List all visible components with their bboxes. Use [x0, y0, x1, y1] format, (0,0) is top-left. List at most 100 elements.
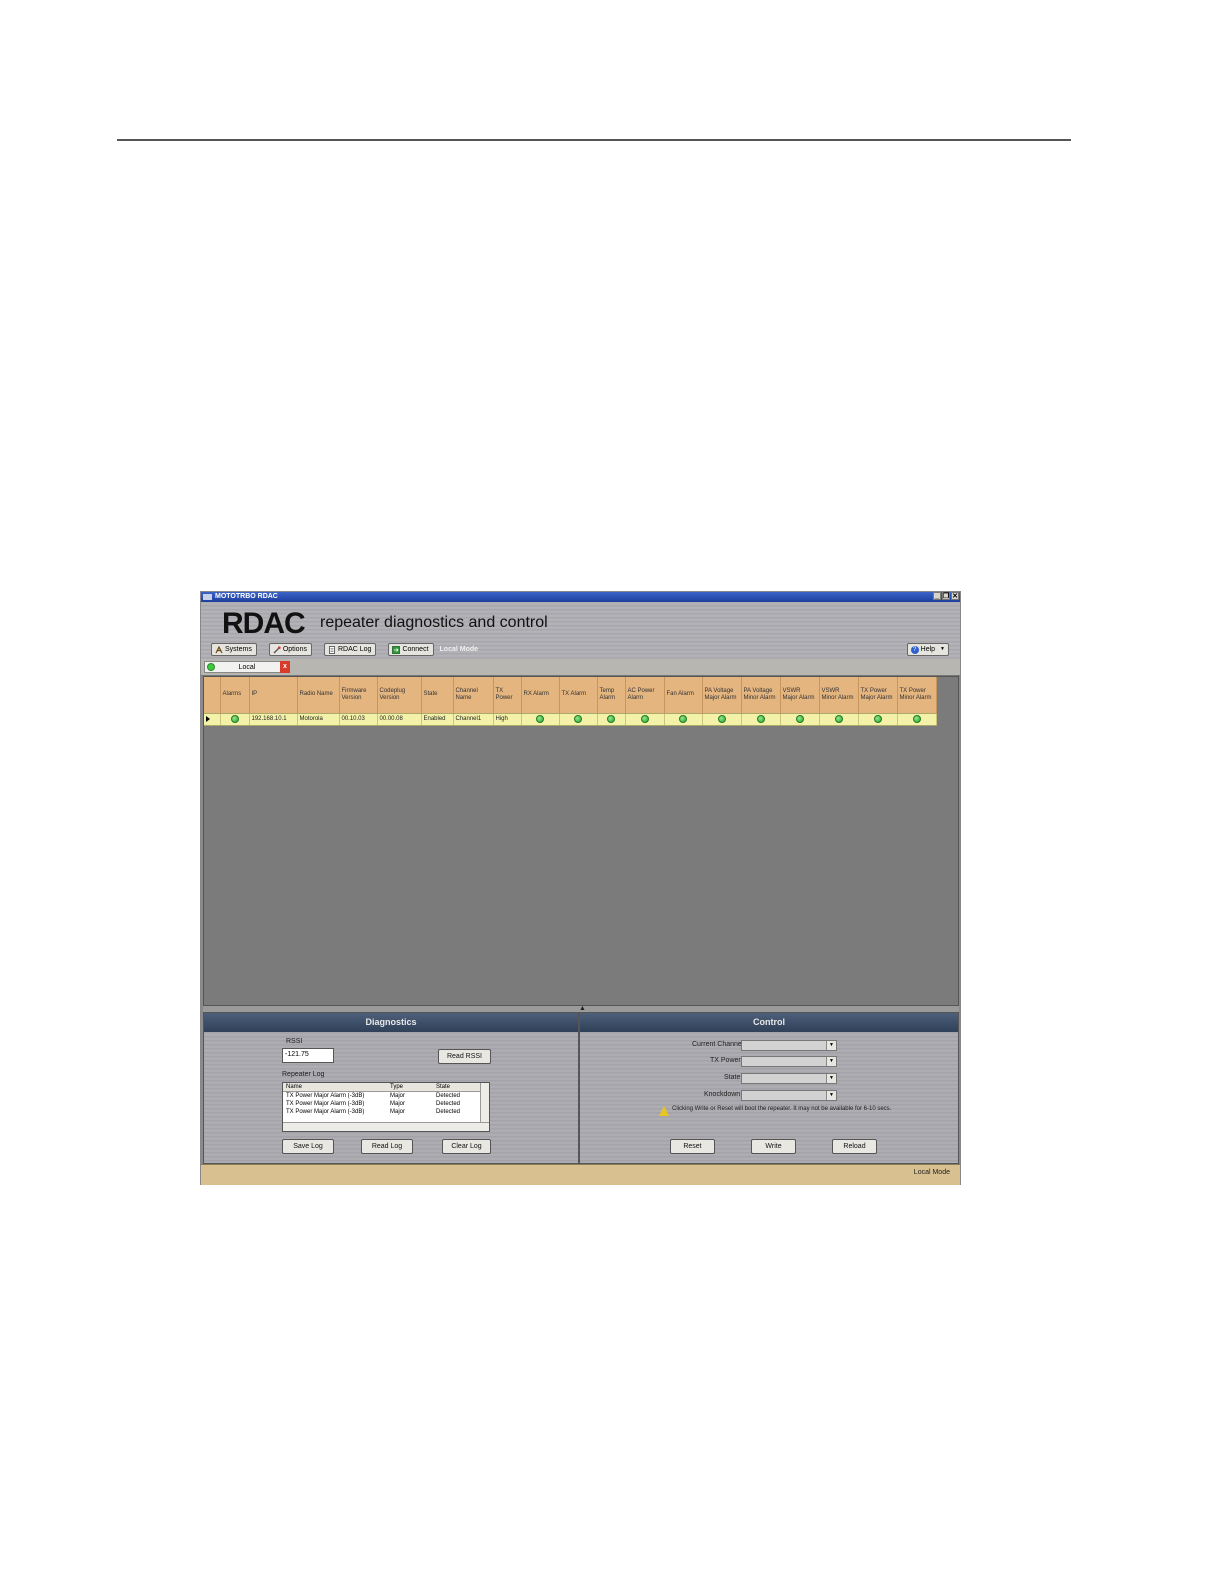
close-button[interactable]: ✕ [951, 592, 959, 600]
systems-button[interactable]: Systems [211, 643, 257, 656]
col-radio-name[interactable]: Radio Name [297, 677, 340, 713]
firmware-cell: 00.10.03 [339, 712, 378, 726]
status-dot-icon [717, 715, 726, 723]
col-ac-power-alarm[interactable]: AC Power Alarm [625, 677, 665, 713]
minimize-button[interactable]: _ [933, 592, 941, 600]
col-tx-alarm[interactable]: TX Alarm [559, 677, 598, 713]
chevron-down-icon: ▼ [826, 1057, 836, 1066]
diagnostics-panel: Diagnostics RSSI -121.75 Read RSSI Repea… [203, 1012, 579, 1164]
tab-local[interactable]: Local x [204, 661, 290, 673]
log-col-name[interactable]: Name [283, 1083, 390, 1091]
tx-power-select[interactable]: ▼ [741, 1056, 837, 1067]
knockdown-label: Knockdown [704, 1091, 741, 1098]
tab-strip: Local x [201, 659, 960, 676]
log-type: Major [390, 1109, 406, 1115]
read-log-button[interactable]: Read Log [361, 1139, 413, 1154]
log-vertical-scrollbar[interactable] [480, 1083, 489, 1123]
tab-local-label: Local [238, 664, 256, 671]
control-panel: Control Current Channel ▼ TX Power ▼ Sta… [579, 1012, 959, 1164]
options-button[interactable]: Options [268, 643, 312, 656]
col-rx-alarm[interactable]: RX Alarm [521, 677, 560, 713]
log-col-state[interactable]: State [436, 1083, 476, 1091]
fan-alarm-cell [664, 712, 703, 726]
save-log-button[interactable]: Save Log [282, 1139, 334, 1154]
ip-cell: 192.168.10.1 [249, 712, 298, 726]
collapse-caret-icon[interactable]: ▲ [579, 1005, 586, 1012]
col-pa-voltage-minor[interactable]: PA Voltage Minor Alarm [741, 677, 781, 713]
log-name: TX Power Major Alarm (-3dB) [286, 1093, 365, 1099]
rssi-field[interactable]: -121.75 [282, 1048, 334, 1063]
status-dot-icon [679, 715, 687, 723]
col-fan-alarm[interactable]: Fan Alarm [664, 677, 703, 713]
reset-button[interactable]: Reset [670, 1139, 715, 1154]
rdac-log-label: RDAC Log [337, 646, 372, 653]
read-rssi-button[interactable]: Read RSSI [438, 1049, 491, 1064]
tx-power-label: TX Power [710, 1057, 741, 1064]
status-dot-icon [834, 715, 843, 723]
maximize-button[interactable]: ❐ [942, 592, 950, 600]
write-button[interactable]: Write [751, 1139, 796, 1154]
log-header: Name Type State [283, 1083, 489, 1092]
table-row[interactable]: 192.168.10.1 Motorola 00.10.03 00.00.08 … [204, 712, 937, 726]
title-bar: MOTOTRBO RDAC _ ❐ ✕ [201, 592, 960, 602]
col-channel[interactable]: Channel Name [453, 677, 494, 713]
col-vswr-minor[interactable]: VSWR Minor Alarm [819, 677, 859, 713]
list-item[interactable]: TX Power Major Alarm (-3dB) Major Detect… [283, 1092, 489, 1100]
col-firmware[interactable]: Firmware Version [339, 677, 378, 713]
codeplug-cell: 00.00.08 [377, 712, 422, 726]
logo-tagline: repeater diagnostics and control [320, 614, 548, 631]
col-tx-power[interactable]: TX Power [493, 677, 522, 713]
col-temp-alarm[interactable]: Temp Alarm [597, 677, 626, 713]
list-item[interactable]: TX Power Major Alarm (-3dB) Major Detect… [283, 1100, 489, 1108]
vswr-major-cell [780, 712, 820, 726]
knockdown-select[interactable]: ▼ [741, 1090, 837, 1101]
vswr-minor-cell [819, 712, 859, 726]
status-dot-icon [574, 715, 582, 723]
chevron-down-icon: ▼ [826, 1091, 836, 1100]
log-type: Major [390, 1093, 406, 1099]
help-button[interactable]: ? Help ▼ [906, 643, 949, 656]
col-state[interactable]: State [421, 677, 454, 713]
close-tab-icon[interactable]: x [280, 661, 290, 673]
chevron-down-icon: ▼ [940, 646, 945, 652]
current-channel-select[interactable]: ▼ [741, 1040, 837, 1051]
list-item[interactable]: TX Power Major Alarm (-3dB) Major Detect… [283, 1108, 489, 1116]
connect-button[interactable]: Connect [388, 643, 434, 656]
col-ip[interactable]: IP [249, 677, 298, 713]
rdac-log-button[interactable]: RDAC Log [323, 643, 377, 656]
help-label: Help [920, 646, 936, 653]
col-codeplug[interactable]: Codeplug Version [377, 677, 422, 713]
repeater-log-list[interactable]: Name Type State TX Power Major Alarm (-3… [282, 1082, 490, 1132]
control-title: Control [580, 1013, 958, 1032]
options-icon [273, 645, 281, 653]
ac-power-alarm-cell [625, 712, 665, 726]
col-vswr-major[interactable]: VSWR Major Alarm [780, 677, 820, 713]
reload-button[interactable]: Reload [832, 1139, 877, 1154]
log-col-type[interactable]: Type [390, 1083, 436, 1091]
channel-cell: Channel1 [453, 712, 494, 726]
col-pa-voltage-major[interactable]: PA Voltage Major Alarm [702, 677, 742, 713]
row-header [204, 677, 221, 713]
status-dot-icon [536, 715, 544, 723]
state-select[interactable]: ▼ [741, 1073, 837, 1084]
tx-power-minor-cell [897, 712, 937, 726]
log-state: Detected [436, 1109, 461, 1115]
status-dot-icon [640, 715, 649, 723]
log-horizontal-scrollbar[interactable] [283, 1122, 489, 1131]
repeater-grid: Alarms IP Radio Name Firmware Version Co… [203, 676, 959, 1006]
col-tx-power-minor[interactable]: TX Power Minor Alarm [897, 677, 937, 713]
status-text: Local Mode [913, 1169, 950, 1176]
rx-alarm-cell [521, 712, 560, 726]
status-dot-icon [795, 715, 804, 723]
clear-log-button[interactable]: Clear Log [442, 1139, 491, 1154]
systems-label: Systems [225, 646, 252, 653]
col-tx-power-major[interactable]: TX Power Major Alarm [858, 677, 898, 713]
row-pointer-icon [206, 716, 210, 722]
state-label: State [724, 1074, 741, 1081]
col-alarms[interactable]: Alarms [220, 677, 250, 713]
connect-label: Connect [402, 646, 429, 653]
toolbar: Systems Options RDAC Log Connect Local M… [211, 643, 478, 656]
row-selector[interactable] [204, 712, 221, 726]
log-type: Major [390, 1101, 406, 1107]
alarms-cell [220, 712, 250, 726]
